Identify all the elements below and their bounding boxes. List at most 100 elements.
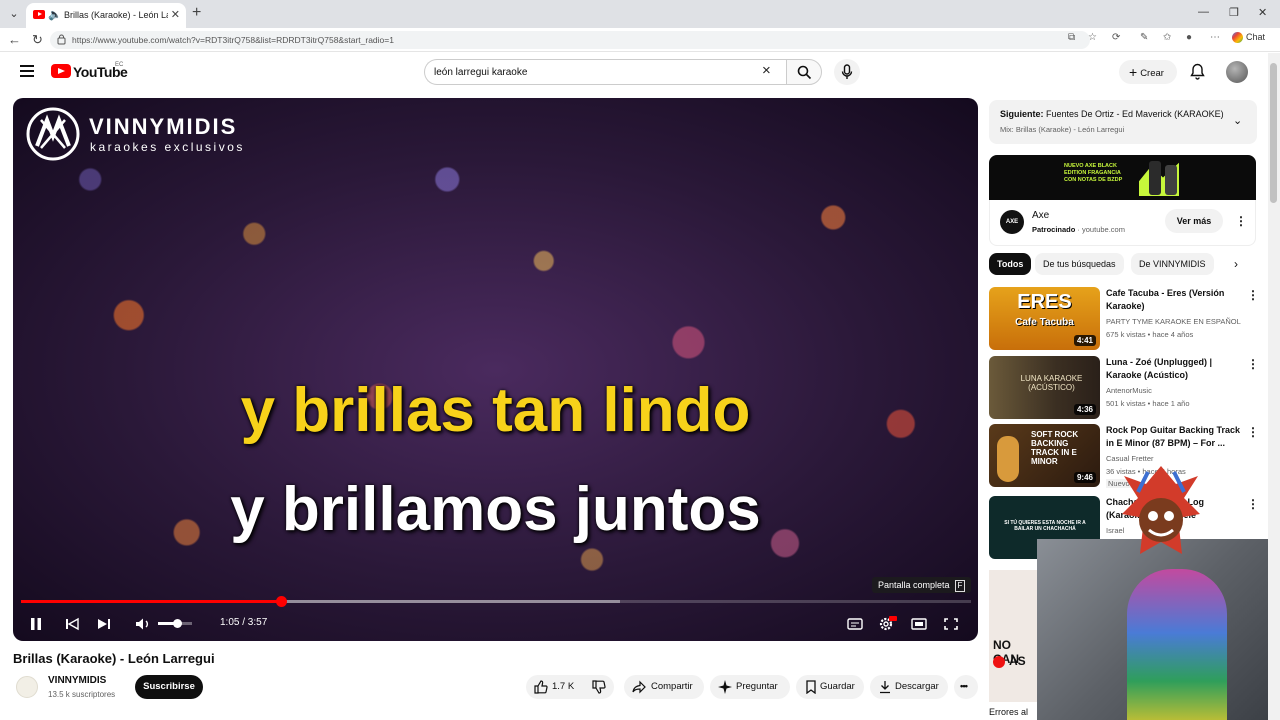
channel-avatar[interactable] <box>16 676 38 698</box>
kebab-icon[interactable]: ⋮ <box>1247 498 1259 510</box>
video-duration: 9:46 <box>1073 472 1096 483</box>
more-actions-button[interactable]: ••• <box>954 675 978 699</box>
collections-icon[interactable]: ✎ <box>1140 32 1148 43</box>
settings-gear-icon[interactable] <box>877 615 897 633</box>
fullscreen-icon[interactable] <box>943 615 959 633</box>
video-thumbnail[interactable]: ERES Cafe Tacuba 4:41 <box>989 287 1100 350</box>
ad-name[interactable]: Axe <box>1032 210 1049 221</box>
recommended-video[interactable]: ERES Cafe Tacuba 4:41 Cafe Tacuba - Eres… <box>989 287 1259 350</box>
ad-more-button[interactable]: Ver más <box>1165 209 1223 233</box>
menu-icon[interactable] <box>20 65 34 77</box>
video-thumbnail[interactable]: LUNA KARAOKE (ACÚSTICO) 4:36 <box>989 356 1100 419</box>
ask-label: Preguntar <box>736 681 778 692</box>
thumbnail-text: SOFT ROCK BACKING TRACK IN E MINOR <box>1031 430 1079 466</box>
like-count[interactable]: 1.7 K <box>552 675 574 699</box>
chat-label: Chat <box>1246 32 1266 42</box>
pause-icon[interactable] <box>29 615 43 633</box>
subscribe-button[interactable]: Suscribirse <box>135 675 203 699</box>
thumbnail-text: AS <box>1009 654 1026 668</box>
chip-all[interactable]: Todos <box>989 253 1032 275</box>
ad-logo[interactable]: AXE <box>1000 210 1024 234</box>
clear-search-icon[interactable]: × <box>762 62 771 80</box>
theater-mode-icon[interactable] <box>911 615 927 633</box>
tab-close-icon[interactable]: ✕ <box>171 8 180 21</box>
browser-tab[interactable]: 🔈 Brillas (Karaoke) - León Larregui ✕ <box>26 3 186 28</box>
url-text[interactable]: https://www.youtube.com/watch?v=RDT3itrQ… <box>72 35 394 45</box>
tab-search-icon[interactable]: ⌄ <box>4 4 24 24</box>
ad-product-image <box>1149 161 1161 195</box>
progress-bar[interactable] <box>21 596 971 607</box>
profile-icon[interactable]: ● <box>1186 32 1192 43</box>
page-scrollbar[interactable] <box>1268 53 1280 720</box>
copilot-icon <box>1232 32 1243 44</box>
recommended-title[interactable]: Rock Pop Guitar Backing Track in E Minor… <box>1106 424 1242 450</box>
youtube-logo-icon[interactable] <box>51 64 71 78</box>
progress-scrubber[interactable] <box>276 596 288 607</box>
channel-name[interactable]: VINNYMIDIS <box>48 675 106 686</box>
partial-video-title[interactable]: Errores al <box>989 707 1028 717</box>
kebab-icon[interactable]: ⋮ <box>1247 358 1259 370</box>
streamer-image <box>1127 569 1227 720</box>
voice-search-button[interactable] <box>834 59 860 85</box>
next-icon[interactable] <box>97 615 111 633</box>
dislike-icon[interactable] <box>592 680 606 694</box>
save-button[interactable]: Guardar <box>796 675 864 699</box>
video-thumbnail[interactable]: SOFT ROCK BACKING TRACK IN E MINOR 9:46 <box>989 424 1100 487</box>
volume-icon[interactable] <box>135 615 151 633</box>
search-box <box>424 59 788 85</box>
download-button[interactable]: Descargar <box>870 675 948 699</box>
chevron-down-icon[interactable]: ⌄ <box>1233 114 1242 127</box>
chip-from-channel[interactable]: De VINNYMIDIS <box>1131 253 1214 275</box>
recommended-video[interactable]: LUNA KARAOKE (ACÚSTICO) 4:36 Luna - Zoé … <box>989 356 1259 419</box>
share-button[interactable]: Compartir <box>624 675 704 699</box>
share-icon <box>632 680 646 694</box>
restore-icon[interactable]: ❐ <box>1229 6 1239 19</box>
audio-playing-icon[interactable]: 🔈 <box>48 8 62 21</box>
kebab-icon[interactable]: ⋮ <box>1247 289 1259 301</box>
tab-title: Brillas (Karaoke) - León Larregui <box>64 10 168 20</box>
recommended-title[interactable]: Luna - Zoé (Unplugged) | Karaoke (Acústi… <box>1106 356 1242 382</box>
ad-banner-text: NUEVO AXE BLACK EDITION FRAGANCIA CON NO… <box>1064 163 1123 183</box>
install-app-icon[interactable]: ⧉ <box>1068 32 1075 43</box>
record-dot-icon <box>993 656 1005 668</box>
favorites-icon[interactable]: ✩ <box>1163 32 1171 43</box>
site-info-icon[interactable] <box>57 34 66 45</box>
back-icon[interactable]: ← <box>8 32 21 47</box>
new-tab-icon[interactable]: + <box>192 4 201 22</box>
like-icon[interactable] <box>534 680 548 694</box>
user-avatar[interactable] <box>1226 61 1248 83</box>
partial-video-thumbnail[interactable]: NO CAN AS <box>989 570 1037 702</box>
search-input[interactable] <box>434 65 754 80</box>
recommended-title[interactable]: Cafe Tacuba - Eres (Versión Karaoke) <box>1106 287 1242 313</box>
search-button[interactable] <box>786 59 822 85</box>
create-button[interactable]: + Crear <box>1119 60 1177 84</box>
minimize-icon[interactable]: — <box>1198 6 1209 18</box>
volume-knob[interactable] <box>172 619 182 628</box>
copilot-chat-button[interactable]: Chat <box>1232 32 1266 44</box>
volume-slider[interactable] <box>158 619 192 628</box>
omnibox[interactable]: https://www.youtube.com/watch?v=RDT3itrQ… <box>50 31 1090 49</box>
scrollbar-thumb[interactable] <box>1270 63 1277 203</box>
reload-icon[interactable]: ↻ <box>32 32 43 48</box>
recommended-channel[interactable]: PARTY TYME KARAOKE EN ESPAÑOL <box>1106 317 1241 326</box>
previous-icon[interactable] <box>65 615 79 633</box>
notifications-bell-icon[interactable] <box>1190 63 1205 80</box>
chip-from-searches[interactable]: De tus búsquedas <box>1035 253 1124 275</box>
chevron-right-icon[interactable]: › <box>1234 257 1238 271</box>
extensions-icon[interactable]: ⟳ <box>1112 32 1120 43</box>
progress-played <box>21 600 282 603</box>
video-player[interactable]: VINNYMIDIS karaokes exclusivos y brillas… <box>13 98 978 641</box>
ad-card[interactable]: AXE Axe Patrocinado · youtube.com Ver má… <box>989 200 1256 246</box>
ad-kebab-icon[interactable]: ⋮ <box>1235 215 1247 227</box>
ad-banner-image[interactable]: NUEVO AXE BLACK EDITION FRAGANCIA CON NO… <box>989 155 1256 200</box>
guitar-image <box>997 436 1019 482</box>
up-next-card[interactable]: Siguiente: Fuentes De Ortiz - Ed Maveric… <box>989 100 1257 144</box>
recommended-channel[interactable]: AntenorMusic <box>1106 386 1152 395</box>
bookmark-star-icon[interactable]: ☆ <box>1088 32 1097 43</box>
window-close-icon[interactable]: ✕ <box>1258 6 1267 19</box>
browser-menu-icon[interactable]: ⋯ <box>1210 32 1220 43</box>
subtitles-icon[interactable] <box>847 615 863 633</box>
ask-button[interactable]: Preguntar <box>710 675 790 699</box>
youtube-favicon-icon <box>33 10 45 19</box>
kebab-icon[interactable]: ⋮ <box>1247 426 1259 438</box>
